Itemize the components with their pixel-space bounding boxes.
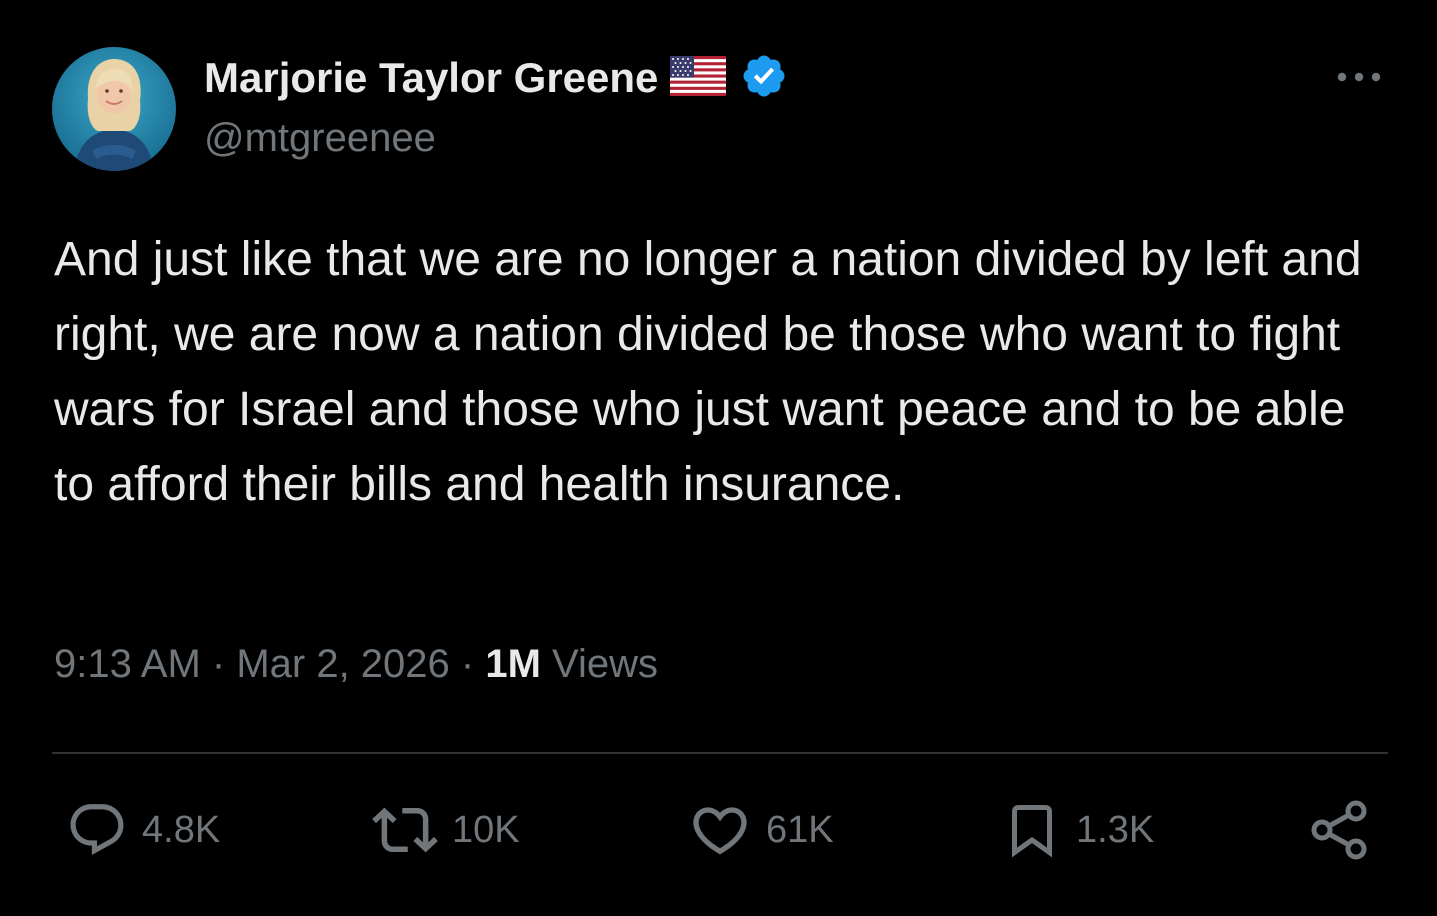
more-options-icon[interactable] (1334, 60, 1384, 94)
separator: · (211, 642, 237, 686)
bookmark-icon (1012, 805, 1052, 858)
share-icon (1311, 800, 1367, 860)
retweet-count: 10K (452, 808, 520, 851)
bookmark-button[interactable]: 1.3K (1002, 798, 1154, 862)
us-flag-icon (670, 55, 727, 101)
verified-badge-icon[interactable] (740, 52, 788, 105)
views-label: Views (552, 642, 659, 686)
avatar-image (52, 47, 176, 171)
author-display-name[interactable]: Marjorie Taylor Greene (204, 54, 658, 102)
views-count[interactable]: 1M (485, 642, 552, 686)
heart-icon (693, 807, 747, 855)
tweet-date[interactable]: Mar 2, 2026 (236, 642, 449, 686)
avatar[interactable] (52, 47, 176, 171)
bookmark-count: 1.3K (1076, 808, 1155, 851)
author-handle[interactable]: @mtgreenee (204, 116, 436, 161)
author-name-row[interactable]: Marjorie Taylor Greene (204, 52, 788, 104)
tweet-metadata: 9:13 AM · Mar 2, 2026 · 1M Views (54, 642, 658, 687)
retweet-button[interactable]: 10K (372, 798, 520, 862)
like-button[interactable]: 61K (688, 798, 834, 862)
separator: · (460, 642, 486, 686)
like-count: 61K (766, 808, 834, 851)
divider (52, 752, 1388, 754)
tweet-text: And just like that we are no longer a na… (54, 233, 1362, 511)
reply-icon (70, 804, 124, 856)
reply-count: 4.8K (142, 808, 221, 851)
reply-button[interactable]: 4.8K (66, 798, 220, 862)
tweet-time[interactable]: 9:13 AM (54, 642, 201, 686)
retweet-icon (372, 807, 438, 853)
share-button[interactable] (1308, 798, 1372, 862)
tweet-card: Marjorie Taylor Greene @mtgreenee And ju… (0, 0, 1437, 916)
